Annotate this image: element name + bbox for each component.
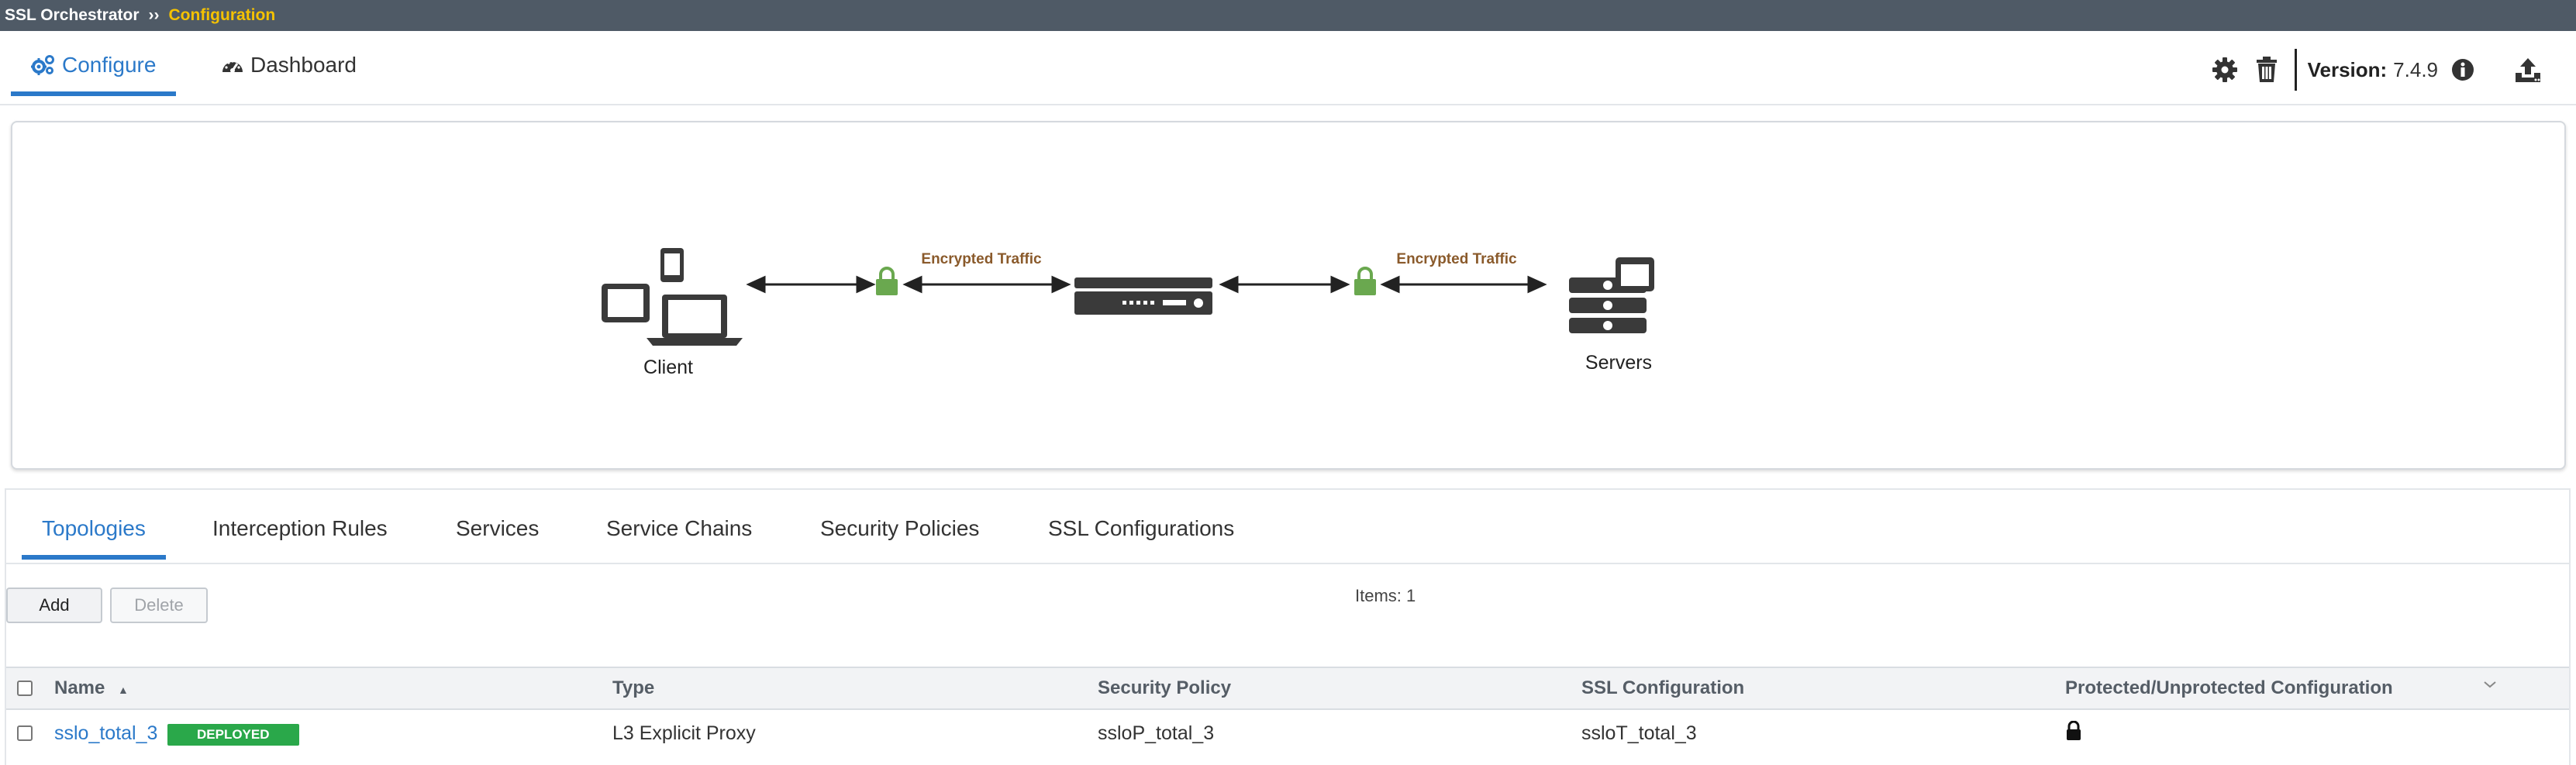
tab-service-chains-label: Service Chains xyxy=(606,516,753,540)
row-checkbox[interactable] xyxy=(17,725,33,741)
servers-label: Servers xyxy=(1585,352,1652,374)
client-devices-icon xyxy=(602,248,743,346)
security-policy-value: ssloP_total_3 xyxy=(1098,722,1215,744)
tab-service-chains[interactable]: Service Chains xyxy=(606,516,752,541)
left-lock-icon xyxy=(876,267,898,295)
version-value: 7.4.9 xyxy=(2393,57,2438,81)
status-badge: DEPLOYED xyxy=(167,724,299,746)
tab-ssl-configurations[interactable]: SSL Configurations xyxy=(1048,516,1234,541)
topologies-panel: Topologies Interception Rules Services S… xyxy=(5,488,2571,765)
left-traffic-label: Encrypted Traffic xyxy=(921,251,1042,267)
left-encrypted-arrow xyxy=(902,275,1071,294)
toolbar-divider xyxy=(2294,49,2297,91)
column-name[interactable]: Name ▲ xyxy=(54,677,129,699)
ssl-configuration-value: ssloT_total_3 xyxy=(1581,722,1697,744)
lock-icon xyxy=(2065,720,2082,745)
tab-interception-rules-label: Interception Rules xyxy=(212,516,388,540)
gear-icon[interactable] xyxy=(2208,53,2242,87)
left-connection-arrow xyxy=(746,275,876,294)
servers-icon xyxy=(1569,257,1654,333)
add-button[interactable]: Add xyxy=(6,588,102,623)
breadcrumb: SSL Orchestrator ›› Configuration xyxy=(0,0,2576,31)
topology-diagram: Client Encrypted Traffic Encrypted Traff… xyxy=(11,121,2566,470)
tab-services[interactable]: Services xyxy=(456,516,539,541)
topology-name-link[interactable]: sslo_total_3 xyxy=(54,722,157,745)
right-encrypted-arrow xyxy=(1380,275,1547,294)
right-connection-arrow xyxy=(1219,275,1350,294)
column-menu-chevron-icon[interactable] xyxy=(2482,679,2498,694)
active-tab-indicator xyxy=(11,91,177,96)
tab-configure[interactable]: Configure xyxy=(11,42,177,96)
header-toolbar: Version: 7.4.9 xyxy=(2200,47,2545,93)
column-ssl-configuration[interactable]: SSL Configuration xyxy=(1581,677,1744,699)
breadcrumb-root[interactable]: SSL Orchestrator xyxy=(5,6,140,25)
breadcrumb-current: Configuration xyxy=(168,6,276,24)
column-type[interactable]: Type xyxy=(612,677,654,699)
column-name-label: Name xyxy=(54,677,105,698)
tab-interception-rules[interactable]: Interception Rules xyxy=(212,516,388,541)
dashboard-gauge-icon xyxy=(222,60,243,73)
tab-configure-label: Configure xyxy=(62,53,157,77)
table-row[interactable]: sslo_total_3 DEPLOYED L3 Explicit Proxy … xyxy=(6,712,2569,758)
column-protected-config[interactable]: Protected/Unprotected Configuration xyxy=(2065,677,2393,699)
right-traffic-label: Encrypted Traffic xyxy=(1396,251,1517,267)
gears-icon xyxy=(31,55,54,75)
tab-dashboard-label: Dashboard xyxy=(250,53,357,77)
version-label: Version: xyxy=(2307,57,2388,81)
delete-button[interactable]: Delete xyxy=(110,588,208,623)
items-count: Items: 1 xyxy=(1355,586,1416,605)
tab-ssl-configurations-label: SSL Configurations xyxy=(1048,516,1235,540)
select-all-checkbox[interactable] xyxy=(17,681,33,696)
tab-dashboard[interactable]: Dashboard xyxy=(221,42,357,88)
right-lock-icon xyxy=(1354,267,1376,295)
section-tabs: Topologies Interception Rules Services S… xyxy=(6,490,2569,564)
tab-topologies[interactable]: Topologies xyxy=(22,516,166,560)
trash-icon[interactable] xyxy=(2250,53,2284,87)
tab-security-policies-label: Security Policies xyxy=(820,516,980,540)
column-security-policy[interactable]: Security Policy xyxy=(1098,677,1231,699)
info-icon[interactable] xyxy=(2446,53,2480,87)
ssl-orchestrator-appliance-icon xyxy=(1074,277,1212,315)
active-section-indicator xyxy=(22,555,166,560)
sort-ascending-icon: ▲ xyxy=(118,684,129,696)
breadcrumb-separator: ›› xyxy=(148,6,160,24)
client-label: Client xyxy=(643,357,693,378)
tab-topologies-label: Topologies xyxy=(42,516,146,540)
main-nav: Configure Dashboard Version: 7.4.9 xyxy=(0,31,2576,105)
tab-services-label: Services xyxy=(456,516,540,540)
table-header: Name ▲ Type Security Policy SSL Configur… xyxy=(6,667,2569,710)
tab-security-policies[interactable]: Security Policies xyxy=(820,516,979,541)
topology-type: L3 Explicit Proxy xyxy=(612,722,756,744)
upload-icon[interactable] xyxy=(2511,53,2545,87)
